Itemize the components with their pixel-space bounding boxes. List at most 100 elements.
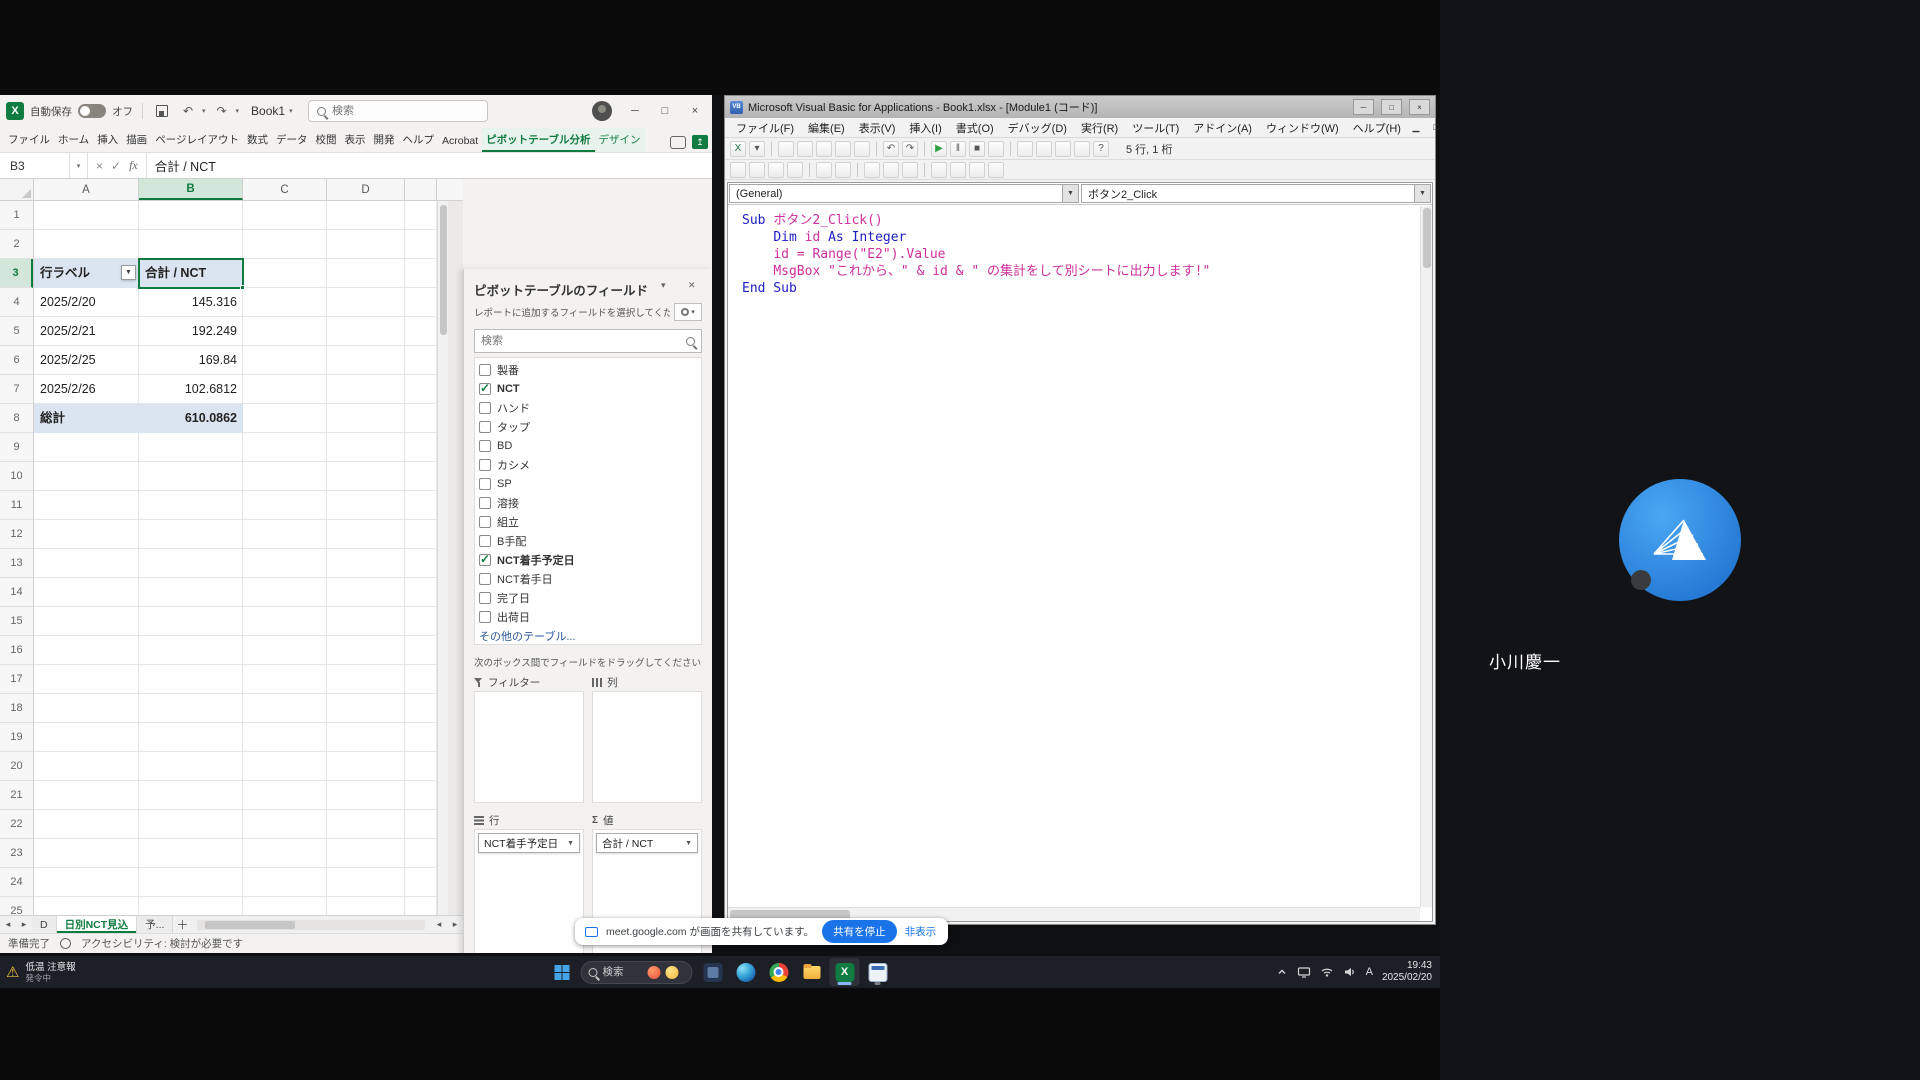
row-label-filter-button[interactable]: ▼ (121, 265, 136, 280)
sheet-nav-left-icon[interactable]: ◂ (0, 919, 16, 930)
indent-button[interactable] (816, 162, 832, 178)
field-pill[interactable]: 合計 / NCT▼ (596, 833, 698, 853)
field-checkbox[interactable] (479, 364, 491, 376)
horizontal-scrollbar[interactable] (197, 920, 425, 930)
row-header-15[interactable]: 15 (0, 607, 33, 636)
column-header-A[interactable]: A (34, 179, 139, 200)
cell-B3[interactable]: 合計 / NCT (139, 259, 243, 288)
ribbon-tab-data[interactable]: データ (272, 128, 312, 152)
clear-bookmarks-button[interactable] (988, 162, 1004, 178)
taskbar-edge-icon[interactable] (731, 958, 761, 986)
insert-userform-button[interactable]: ▾ (749, 141, 765, 157)
row-header-12[interactable]: 12 (0, 520, 33, 549)
previous-bookmark-button[interactable] (969, 162, 985, 178)
undo-dropdown-icon[interactable]: ▾ (202, 107, 206, 115)
field-item-9[interactable]: B手配 (479, 531, 697, 550)
cancel-icon[interactable]: × (96, 159, 103, 173)
field-pill[interactable]: NCT着手予定日▼ (478, 833, 580, 853)
sheet-nav-right-icon[interactable]: ▸ (16, 919, 32, 930)
object-browser-button[interactable] (1055, 141, 1071, 157)
project-explorer-button[interactable] (1017, 141, 1033, 157)
row-header-4[interactable]: 4 (0, 288, 33, 317)
cut-button[interactable] (797, 141, 813, 157)
sheet-tab-0[interactable]: D (32, 916, 57, 933)
ribbon-tab-view[interactable]: 表示 (340, 128, 369, 152)
excel-search-box[interactable] (308, 100, 488, 122)
tray-display-icon[interactable] (1297, 966, 1311, 978)
taskbar-search-input[interactable] (603, 966, 643, 978)
row-header-20[interactable]: 20 (0, 752, 33, 781)
field-item-3[interactable]: タップ (479, 417, 697, 436)
minimize-button[interactable]: ─ (1353, 99, 1374, 115)
parameter-info-button[interactable] (768, 162, 784, 178)
select-all-corner[interactable] (0, 179, 34, 200)
tools-gear-button[interactable]: ▾ (674, 303, 702, 321)
ribbon-tab-design[interactable]: デザイン (595, 128, 645, 152)
taskbar-search-box[interactable] (581, 961, 693, 984)
scrollbar-thumb[interactable] (1423, 208, 1431, 268)
stop-sharing-button[interactable]: 共有を停止 (822, 920, 897, 943)
vba-menu-item-0[interactable]: ファイル(F) (729, 120, 801, 136)
save-icon[interactable] (152, 101, 172, 121)
cell-A8[interactable]: 総計 (34, 404, 139, 433)
properties-window-button[interactable] (1036, 141, 1052, 157)
column-header-B[interactable]: B (139, 179, 243, 200)
vba-menu-item-10[interactable]: ヘルプ(H) (1346, 120, 1408, 136)
field-checkbox[interactable] (479, 383, 491, 395)
field-search-box[interactable] (474, 329, 702, 353)
maximize-button[interactable]: □ (1381, 99, 1402, 115)
redo-button[interactable]: ↷ (902, 141, 918, 157)
hscroll-right-icon[interactable]: ▸ (447, 919, 463, 930)
field-item-12[interactable]: 完了日 (479, 588, 697, 607)
ribbon-tab-help[interactable]: ヘルプ (398, 128, 438, 152)
comment-icon[interactable] (670, 136, 686, 149)
vba-menu-item-3[interactable]: 挿入(I) (902, 120, 948, 136)
cell-B4[interactable]: 145.316 (139, 288, 243, 317)
columns-drop-area[interactable] (592, 691, 702, 803)
field-item-5[interactable]: カシメ (479, 455, 697, 474)
copy-button[interactable] (816, 141, 832, 157)
field-item-13[interactable]: 出荷日 (479, 607, 697, 626)
row-header-3[interactable]: 3 (0, 259, 33, 288)
redo-dropdown-icon[interactable]: ▾ (236, 107, 240, 115)
field-item-10[interactable]: NCT着手予定日 (479, 550, 697, 569)
ribbon-tab-review[interactable]: 校閲 (311, 128, 340, 152)
taskbar-chrome-icon[interactable] (764, 958, 794, 986)
vba-menu-item-5[interactable]: デバッグ(D) (1001, 120, 1074, 136)
cell-B5[interactable]: 192.249 (139, 317, 243, 346)
ribbon-tab-developer[interactable]: 開発 (369, 128, 398, 152)
tray-network-icon[interactable] (1320, 966, 1334, 978)
list-properties-button[interactable] (730, 162, 746, 178)
accessibility-status[interactable]: アクセシビリティ: 検討が必要です (81, 936, 243, 951)
ime-indicator[interactable]: A (1366, 966, 1373, 978)
undo-button[interactable]: ↶ (883, 141, 899, 157)
close-button[interactable]: × (1409, 99, 1430, 115)
code-vertical-scrollbar[interactable] (1420, 206, 1432, 907)
taskbar-vba-taskbar-icon[interactable] (863, 958, 893, 986)
field-item-1[interactable]: NCT (479, 379, 697, 398)
vba-menu-item-6[interactable]: 実行(R) (1074, 120, 1125, 136)
cell-B7[interactable]: 102.6812 (139, 375, 243, 404)
toggle-bookmark-button[interactable] (931, 162, 947, 178)
vba-menu-item-7[interactable]: ツール(T) (1125, 120, 1186, 136)
row-header-14[interactable]: 14 (0, 578, 33, 607)
row-header-2[interactable]: 2 (0, 230, 33, 259)
row-header-21[interactable]: 21 (0, 781, 33, 810)
close-panel-icon[interactable]: ✕ (683, 280, 702, 299)
design-mode-button[interactable] (988, 141, 1004, 157)
hscroll-left-icon[interactable]: ◂ (431, 919, 447, 930)
ribbon-tab-file[interactable]: ファイル (4, 128, 54, 152)
cell-A4[interactable]: 2025/2/20 (34, 288, 139, 317)
field-checkbox[interactable] (479, 497, 491, 509)
row-header-24[interactable]: 24 (0, 868, 33, 897)
next-bookmark-button[interactable] (950, 162, 966, 178)
weather-widget[interactable]: ⚠ 低温 注意報 発令中 (6, 962, 76, 983)
name-box-dropdown-icon[interactable]: ▾ (70, 153, 88, 178)
undo-icon[interactable]: ↶ (178, 101, 198, 121)
more-tables-link[interactable]: その他のテーブル... (479, 626, 697, 645)
toolbox-button[interactable] (1074, 141, 1090, 157)
vba-menu-item-9[interactable]: ウィンドウ(W) (1259, 120, 1346, 136)
field-item-4[interactable]: BD (479, 436, 697, 455)
field-checkbox[interactable] (479, 554, 491, 566)
comment-block-button[interactable] (883, 162, 899, 178)
